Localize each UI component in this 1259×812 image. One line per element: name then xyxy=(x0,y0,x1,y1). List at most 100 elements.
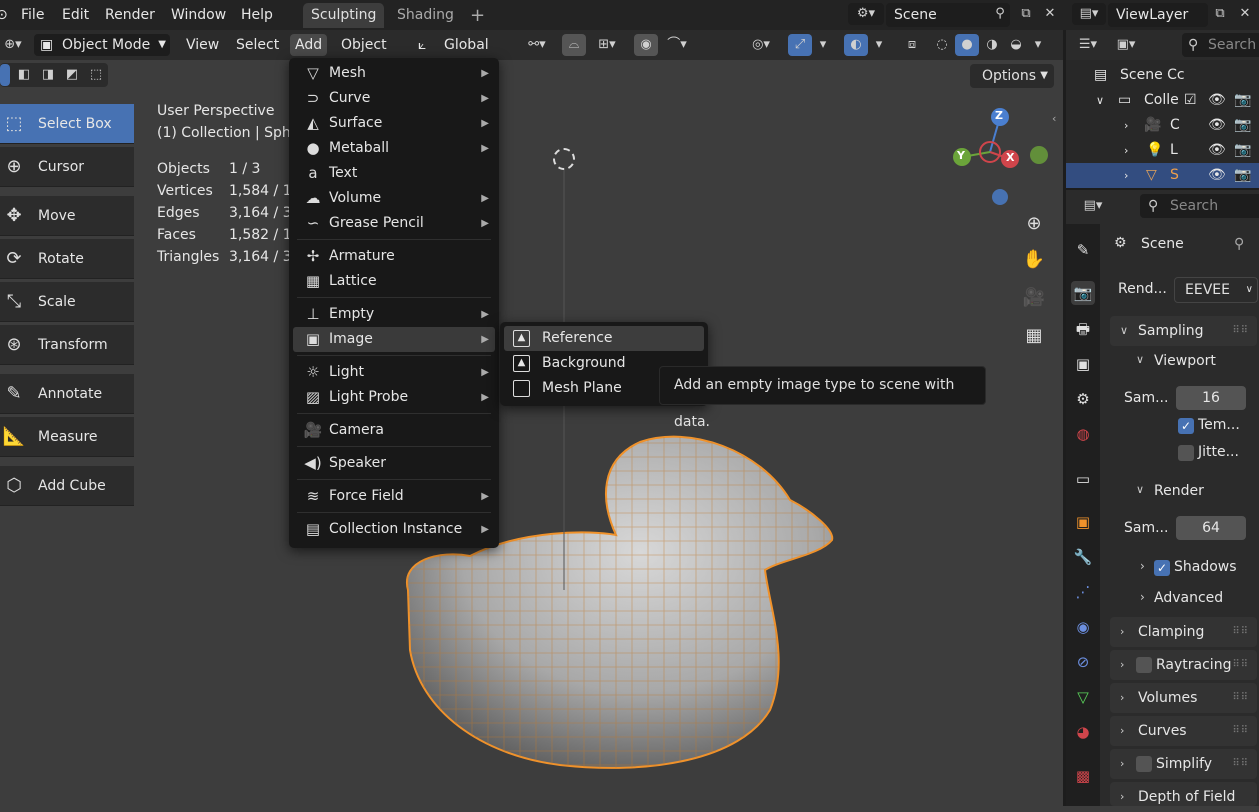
eye-icon[interactable]: 👁 xyxy=(1208,163,1226,188)
scene-tab-icon[interactable]: ⚙ xyxy=(1071,387,1095,411)
tool-transform[interactable]: ⊛ Transform xyxy=(0,325,134,365)
drag-handle-icon[interactable]: ⠿⠿ xyxy=(1232,650,1249,680)
add-menu-speaker[interactable]: ◀) Speaker xyxy=(293,451,495,476)
physics-tab-icon[interactable]: ◉ xyxy=(1071,615,1095,639)
select-new-icon[interactable] xyxy=(0,64,10,86)
select-subtract-icon[interactable]: ◨ xyxy=(36,64,60,86)
drag-handle-icon[interactable]: ⠿⠿ xyxy=(1232,716,1249,746)
add-menu-lattice[interactable]: ▦ Lattice xyxy=(293,269,495,294)
snap-toggle-icon[interactable]: ⌓ xyxy=(562,34,586,56)
add-menu-empty[interactable]: ⊥ Empty ▶ xyxy=(293,302,495,327)
section-simplify[interactable]: › Simplify ⠿⠿ xyxy=(1110,749,1257,779)
camera-render-icon[interactable]: 📷 xyxy=(1234,138,1251,163)
chevron-down-icon[interactable]: ∨ xyxy=(1136,353,1144,366)
blender-logo-icon[interactable]: ⊙ xyxy=(0,4,8,26)
add-menu-collection-instance[interactable]: ▤ Collection Instance ▶ xyxy=(293,517,495,542)
zoom-icon[interactable]: ⊕ xyxy=(1018,208,1050,240)
outliner-row-light[interactable]: › 💡 L 👁 📷 xyxy=(1066,138,1259,163)
texture-tab-icon[interactable]: ▩ xyxy=(1071,764,1095,788)
orientation-selector[interactable]: ⟀ Global xyxy=(414,34,510,56)
eye-icon[interactable]: 👁 xyxy=(1208,88,1226,113)
outliner-search[interactable]: ⚲ Search xyxy=(1182,33,1259,57)
add-menu-force-field[interactable]: ≋ Force Field ▶ xyxy=(293,484,495,509)
image-reference[interactable]: ▲ Reference xyxy=(504,326,704,351)
camera-view-icon[interactable]: 🎥 xyxy=(1018,282,1050,314)
display-mode-icon[interactable]: ▣▾ xyxy=(1110,34,1142,56)
view-layer-selector-icon[interactable]: ▤▾ xyxy=(1072,3,1106,25)
tool-cursor[interactable]: ⊕ Cursor xyxy=(0,147,134,187)
menu-help[interactable]: Help xyxy=(241,4,273,26)
properties-editor-icon[interactable]: ▤▾ xyxy=(1076,195,1110,217)
drag-handle-icon[interactable]: ⠿⠿ xyxy=(1232,683,1249,713)
viewport-subsection[interactable]: Viewport xyxy=(1154,353,1216,369)
menu-select[interactable]: Select xyxy=(231,34,284,56)
3d-cursor-icon[interactable] xyxy=(553,148,575,170)
eye-icon[interactable]: 👁 xyxy=(1208,138,1226,163)
data-tab-icon[interactable]: ▽ xyxy=(1071,685,1095,709)
menu-window[interactable]: Window xyxy=(171,4,226,26)
scene-selector-icon[interactable]: ⚙▾ xyxy=(848,3,884,25)
tool-annotate[interactable]: ✎ Annotate xyxy=(0,374,134,414)
add-menu-light-probe[interactable]: ▨ Light Probe ▶ xyxy=(293,385,495,410)
3d-viewport[interactable]: ⊕▾ ▣ Object Mode ▼ View Select Add Objec… xyxy=(0,30,1063,806)
section-raytracing[interactable]: › Raytracing ⠿⠿ xyxy=(1110,650,1257,680)
ortho-toggle-icon[interactable]: ▦ xyxy=(1018,320,1050,352)
tool-add-cube[interactable]: ⬡ Add Cube xyxy=(0,466,134,506)
view-layer-tab-icon[interactable]: ▣ xyxy=(1071,352,1095,376)
mode-selector[interactable]: ▣ Object Mode ▼ xyxy=(34,34,170,56)
select-intersect-icon[interactable]: ⬚ xyxy=(84,64,108,86)
section-curves[interactable]: › Curves ⠿⠿ xyxy=(1110,716,1257,746)
add-menu-metaball[interactable]: ● Metaball ▶ xyxy=(293,136,495,161)
drag-handle-icon[interactable]: ⠿⠿ xyxy=(1232,316,1249,346)
shadows-checkbox[interactable]: ✓ xyxy=(1154,560,1170,576)
options-dropdown[interactable]: Options ▼ xyxy=(970,64,1054,88)
outliner-row-sphere[interactable]: › ▽ S 👁 📷 xyxy=(1066,163,1259,188)
camera-render-icon[interactable]: 📷 xyxy=(1234,88,1251,113)
select-invert-icon[interactable]: ◩ xyxy=(60,64,84,86)
add-menu-volume[interactable]: ☁ Volume ▶ xyxy=(293,186,495,211)
pin-icon[interactable]: ⚲ xyxy=(1234,236,1244,252)
simplify-checkbox[interactable] xyxy=(1136,756,1152,772)
xray-icon[interactable]: ⧈ xyxy=(900,34,924,56)
chevron-right-icon[interactable]: › xyxy=(1140,559,1145,573)
new-scene-icon[interactable]: ⧉ xyxy=(1014,3,1038,25)
tab-shading[interactable]: Shading xyxy=(389,3,462,28)
outliner-row-collection[interactable]: ∨ ▭ Colle ☑ 👁 📷 xyxy=(1066,88,1259,113)
tool-move[interactable]: ✥ Move xyxy=(0,196,134,236)
jitter-checkbox[interactable] xyxy=(1178,445,1194,461)
add-menu-image[interactable]: ▣ Image ▶ xyxy=(293,327,495,352)
add-menu-text[interactable]: a Text xyxy=(293,161,495,186)
editor-type-icon[interactable]: ⊕▾ xyxy=(0,34,26,56)
checkbox-icon[interactable]: ☑ xyxy=(1184,88,1197,113)
modifier-tab-icon[interactable]: 🔧 xyxy=(1071,545,1095,569)
area-divider[interactable] xyxy=(1066,188,1259,190)
drag-handle-icon[interactable]: ⠿⠿ xyxy=(1232,617,1249,647)
tab-sculpting[interactable]: Sculpting xyxy=(303,3,385,28)
add-menu-surface[interactable]: ◭ Surface ▶ xyxy=(293,111,495,136)
object-tab-icon[interactable]: ▣ xyxy=(1071,510,1095,534)
chevron-down-icon[interactable]: ∨ xyxy=(1136,483,1144,496)
render-tab-icon[interactable]: 📷 xyxy=(1071,281,1095,305)
constraints-tab-icon[interactable]: ⊘ xyxy=(1071,650,1095,674)
world-tab-icon[interactable]: ◍ xyxy=(1071,422,1095,446)
section-sampling[interactable]: ∨ Sampling ⠿⠿ xyxy=(1110,316,1257,346)
sidebar-toggle-icon[interactable]: ‹ xyxy=(1052,112,1056,125)
properties-search[interactable]: ⚲ Search xyxy=(1140,194,1259,218)
render-engine-dropdown[interactable]: EEVEE ∨ xyxy=(1174,277,1258,303)
menu-view[interactable]: View xyxy=(181,34,224,56)
advanced-subsection[interactable]: Advanced xyxy=(1154,590,1223,606)
new-view-layer-icon[interactable]: ⧉ xyxy=(1208,3,1232,25)
material-tab-icon[interactable]: ◕ xyxy=(1071,720,1095,744)
rendered-shading-icon[interactable]: ◒ xyxy=(1004,34,1028,56)
snap-target-icon[interactable]: ⊞▾ xyxy=(588,34,626,56)
wireframe-shading-icon[interactable]: ◌ xyxy=(930,34,954,56)
add-workspace-button[interactable]: + xyxy=(462,3,493,28)
overlay-toggle-icon[interactable]: ◐ xyxy=(844,34,868,56)
outliner-editor-icon[interactable]: ☰▾ xyxy=(1072,34,1104,56)
camera-render-icon[interactable]: 📷 xyxy=(1234,163,1251,188)
proportional-edit-icon[interactable]: ◉ xyxy=(634,34,658,56)
add-menu-light[interactable]: ☼ Light ▶ xyxy=(293,360,495,385)
outliner-row-camera[interactable]: › 🎥 C 👁 📷 xyxy=(1066,113,1259,138)
material-shading-icon[interactable]: ◑ xyxy=(980,34,1004,56)
duck-mesh[interactable] xyxy=(0,30,1063,806)
